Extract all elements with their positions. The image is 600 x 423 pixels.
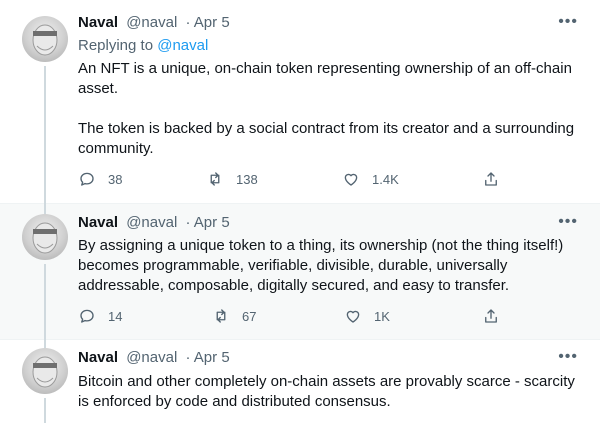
replying-to: Replying to @naval: [78, 36, 208, 56]
tweet-paragraph: Bitcoin and other completely on-chain as…: [78, 373, 575, 410]
tweet-date[interactable]: · Apr 5: [185, 14, 229, 31]
thread-line: [44, 398, 46, 423]
tweet-paragraph: By assigning a unique token to a thing, …: [78, 237, 564, 294]
author-name[interactable]: Naval: [78, 14, 118, 31]
replying-handle-link[interactable]: @naval: [157, 37, 208, 54]
author-handle[interactable]: @naval: [126, 14, 177, 31]
reply-button[interactable]: 14: [78, 307, 122, 325]
tweet-2[interactable]: Naval @naval · Apr 5 ••• By assigning a …: [0, 204, 600, 340]
avatar[interactable]: [22, 214, 68, 260]
retweet-count: 138: [236, 171, 258, 187]
tweet-paragraph: The token is backed by a social contract…: [78, 120, 575, 157]
retweet-count: 67: [242, 308, 257, 324]
like-count: 1.4K: [372, 171, 399, 187]
retweet-arrows-icon: [216, 309, 226, 323]
avatar-face-icon: [32, 356, 58, 388]
tweet-header: Naval @naval · Apr 5: [78, 213, 230, 233]
tweet-3[interactable]: Naval @naval · Apr 5 ••• Bitcoin and oth…: [0, 340, 600, 423]
replying-prefix: Replying to: [78, 37, 158, 54]
share-button[interactable]: [482, 307, 500, 325]
tweet-1[interactable]: Naval @naval · Apr 5 ••• Replying to @na…: [0, 0, 600, 204]
author-name[interactable]: Naval: [78, 214, 118, 231]
avatar[interactable]: [22, 16, 68, 62]
author-handle[interactable]: @naval: [126, 214, 177, 231]
more-dots-icon[interactable]: •••: [558, 13, 578, 31]
heart-outline-icon: [346, 310, 360, 323]
thread-line: [44, 340, 46, 348]
avatar-face-icon: [32, 222, 58, 254]
tweet-paragraph: An NFT is a unique, on-chain token repre…: [78, 60, 572, 97]
thread-line: [44, 264, 46, 340]
tweet-date[interactable]: · Apr 5: [185, 349, 229, 366]
retweet-arrows-icon: [210, 172, 220, 186]
author-name[interactable]: Naval: [78, 349, 118, 366]
tweet-text: Bitcoin and other completely on-chain as…: [78, 372, 578, 412]
reply-count: 38: [108, 171, 123, 187]
like-button[interactable]: 1K: [344, 307, 390, 325]
more-dots-icon[interactable]: •••: [558, 348, 578, 366]
reply-count: 14: [108, 308, 123, 324]
avatar[interactable]: [22, 348, 68, 394]
comment-bubble-icon: [80, 309, 94, 323]
retweet-button[interactable]: 67: [212, 307, 256, 325]
comment-bubble-icon: [80, 172, 94, 186]
author-handle[interactable]: @naval: [126, 349, 177, 366]
tweet-text: By assigning a unique token to a thing, …: [78, 236, 578, 296]
more-dots-icon[interactable]: •••: [558, 213, 578, 231]
like-count: 1K: [374, 308, 390, 324]
like-button[interactable]: 1.4K: [342, 170, 399, 188]
share-upload-icon: [485, 172, 497, 186]
thread-line: [44, 204, 46, 214]
share-button[interactable]: [482, 170, 500, 188]
tweet-actions: 14 67 1K: [78, 307, 508, 327]
heart-outline-icon: [344, 173, 358, 186]
tweet-header: Naval @naval · Apr 5: [78, 13, 230, 33]
reply-button[interactable]: 38: [78, 170, 122, 188]
avatar-face-icon: [32, 24, 58, 56]
tweet-date[interactable]: · Apr 5: [185, 214, 229, 231]
tweet-actions: 38 138 1.4K: [78, 170, 508, 190]
share-upload-icon: [485, 309, 497, 323]
tweet-header: Naval @naval · Apr 5: [78, 348, 230, 368]
tweet-text: An NFT is a unique, on-chain token repre…: [78, 59, 578, 159]
retweet-button[interactable]: 138: [206, 170, 258, 188]
thread-line: [44, 66, 46, 204]
